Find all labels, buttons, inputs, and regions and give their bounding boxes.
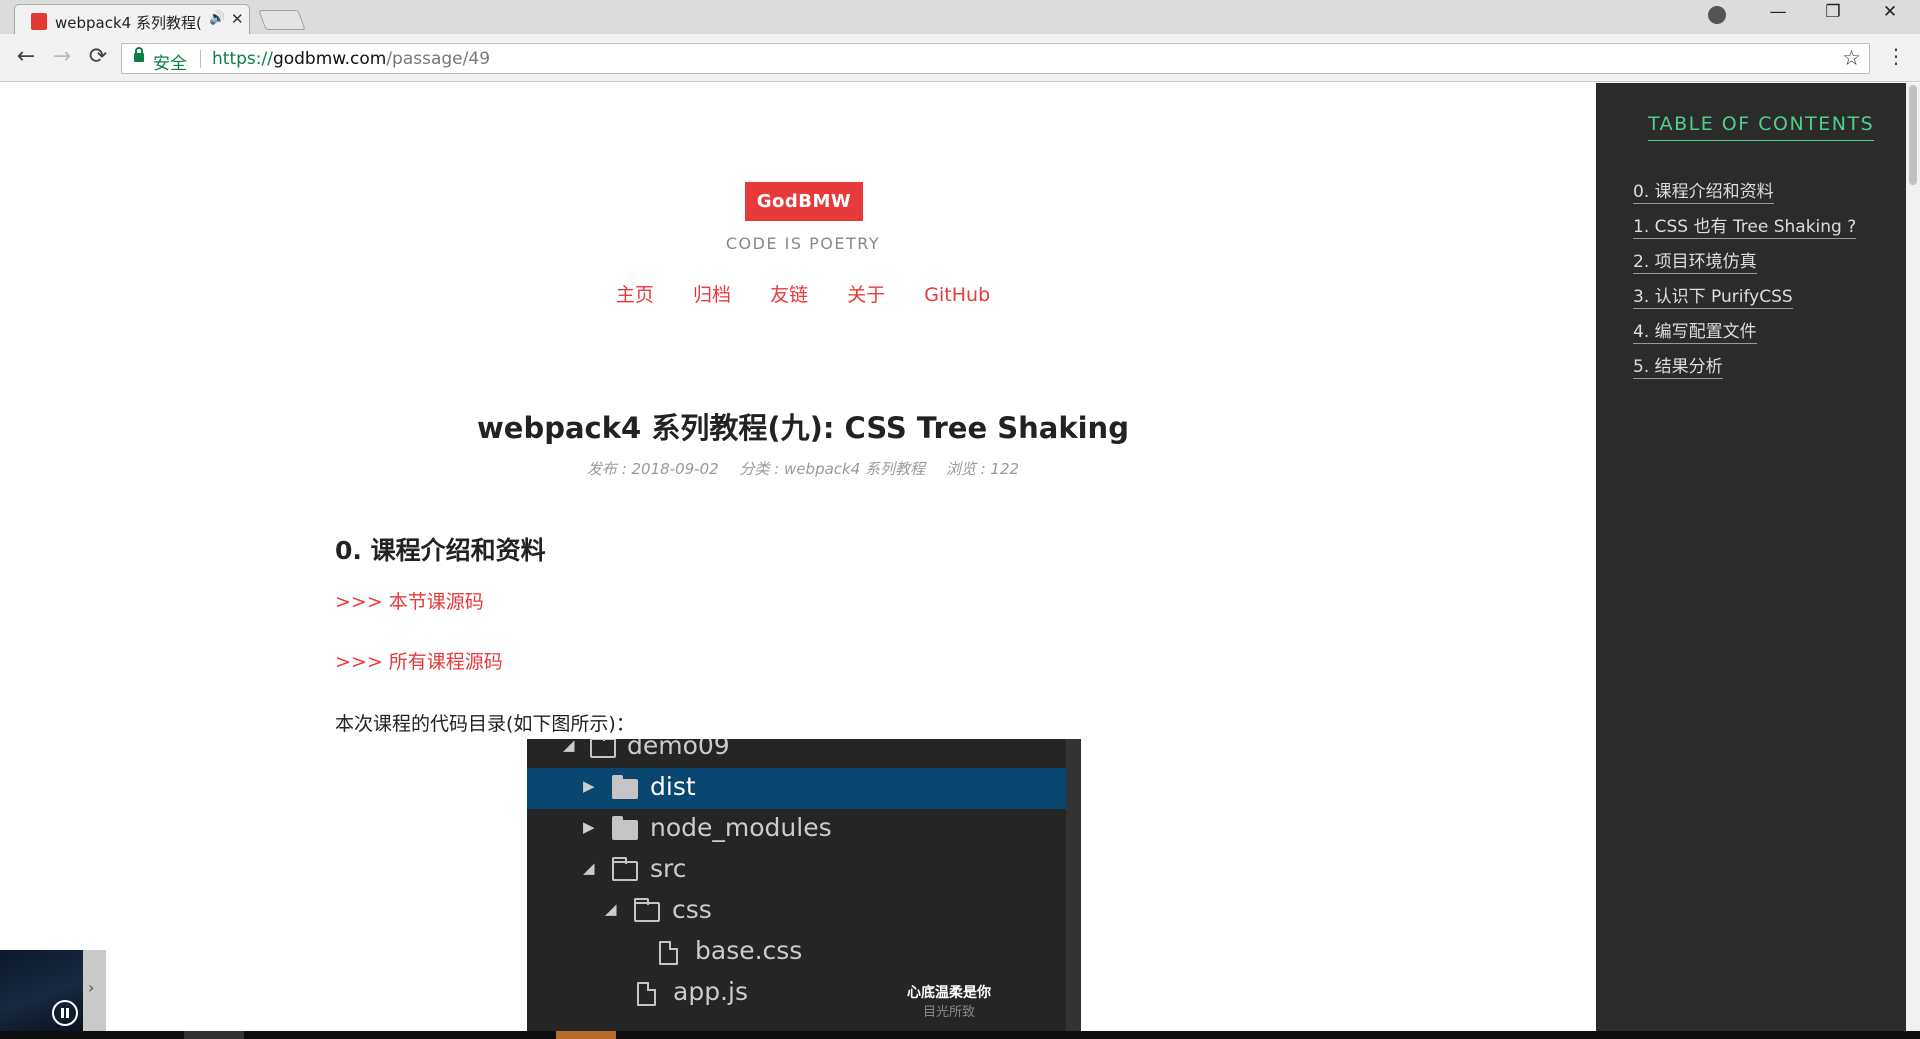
post-category: 分类 : webpack4 系列教程 bbox=[739, 460, 926, 478]
tree-row: ◢ src bbox=[527, 850, 1066, 891]
omnibox-divider bbox=[200, 50, 201, 68]
lock-icon[interactable] bbox=[134, 47, 144, 62]
lyric-line: 心底温柔是你 bbox=[907, 985, 991, 1001]
address-bar[interactable]: 安全 https://godbmw.com/passage/49 ☆ bbox=[121, 43, 1870, 74]
lyric-subline: 目光所致 bbox=[923, 1005, 976, 1020]
pause-icon[interactable] bbox=[52, 1000, 78, 1026]
post-published: 发布 : 2018-09-02 bbox=[586, 460, 719, 478]
post-meta: 发布 : 2018-09-02 分类 : webpack4 系列教程 浏览 : … bbox=[0, 458, 1606, 479]
tree-label: css bbox=[672, 895, 712, 924]
tab-close-icon[interactable]: ✕ bbox=[231, 10, 244, 28]
web-page: GodBMW CODE IS POETRY 主页 归档 友链 关于 GitHub… bbox=[0, 83, 1920, 1031]
expanded-arrow-icon: ◢ bbox=[583, 859, 595, 877]
file-tree-image: ◢ demo09 ▶ dist ▶ node_modules ◢ src ◢ c… bbox=[527, 739, 1081, 1031]
tree-label: app.js bbox=[673, 977, 748, 1006]
nav-archive-link[interactable]: 归档 bbox=[693, 280, 731, 307]
lesson-source-link[interactable]: >>> 本节课源码 bbox=[335, 587, 484, 614]
taskbar bbox=[0, 1031, 1920, 1039]
browser-tab[interactable]: webpack4 系列教程( 🔊 ✕ bbox=[14, 4, 250, 35]
taskbar-item[interactable] bbox=[184, 1031, 244, 1039]
post-paragraph: 本次课程的代码目录(如下图所示)： bbox=[335, 713, 635, 735]
site-nav: 主页 归档 友链 关于 GitHub bbox=[0, 280, 1606, 307]
url-host: godbmw.com bbox=[272, 49, 387, 69]
tab-strip: webpack4 系列教程( 🔊 ✕ — ❐ ✕ bbox=[0, 0, 1920, 35]
url-text[interactable]: https://godbmw.com/passage/49 bbox=[212, 49, 490, 69]
site-logo[interactable]: GodBMW bbox=[745, 182, 863, 221]
url-path: /passage/49 bbox=[386, 49, 491, 69]
post-title: webpack4 系列教程(九): CSS Tree Shaking bbox=[477, 411, 1129, 445]
tree-label: base.css bbox=[695, 936, 803, 965]
main-content: GodBMW CODE IS POETRY 主页 归档 友链 关于 GitHub… bbox=[0, 83, 1596, 1031]
folder-open-icon bbox=[612, 857, 638, 881]
favicon-icon bbox=[31, 13, 47, 30]
expanded-arrow-icon: ◢ bbox=[563, 739, 575, 754]
scrollbar-thumb[interactable] bbox=[1909, 85, 1917, 185]
page-scrollbar[interactable] bbox=[1906, 83, 1920, 1031]
tab-title: webpack4 系列教程( bbox=[55, 14, 202, 32]
maximize-button[interactable]: ❐ bbox=[1803, 2, 1863, 22]
toc-item[interactable]: 5. 结果分析 bbox=[1633, 352, 1723, 379]
tree-label: demo09 bbox=[627, 739, 730, 760]
table-of-contents: TABLE OF CONTENTS 0. 课程介绍和资料 1. CSS 也有 T… bbox=[1596, 83, 1906, 1031]
browser-menu-icon[interactable]: ⋮ bbox=[1886, 44, 1906, 68]
collapsed-arrow-icon: ▶ bbox=[583, 777, 595, 795]
chevron-right-icon[interactable]: › bbox=[88, 978, 94, 997]
back-button[interactable]: ← bbox=[12, 44, 40, 69]
tree-row: base.css bbox=[527, 932, 1066, 973]
tree-row-selected: ▶ dist bbox=[527, 768, 1066, 809]
speaker-icon[interactable]: 🔊 bbox=[209, 11, 225, 26]
url-scheme: https:// bbox=[212, 49, 273, 69]
tree-row: ◢ css bbox=[527, 891, 1066, 932]
tree-label: dist bbox=[650, 772, 696, 801]
minimize-button[interactable]: — bbox=[1748, 2, 1808, 22]
tree-row: ▶ node_modules bbox=[527, 809, 1066, 850]
collapsed-arrow-icon: ▶ bbox=[583, 818, 595, 836]
post-views: 浏览 : 122 bbox=[945, 460, 1020, 478]
new-tab-button[interactable] bbox=[258, 10, 306, 30]
toc-item[interactable]: 2. 项目环境仿真 bbox=[1633, 247, 1757, 274]
file-icon bbox=[637, 982, 656, 1006]
all-source-link[interactable]: >>> 所有课程源码 bbox=[335, 647, 503, 674]
toc-item[interactable]: 0. 课程介绍和资料 bbox=[1633, 177, 1774, 204]
nav-github-link[interactable]: GitHub bbox=[924, 284, 990, 306]
reload-button[interactable]: ⟳ bbox=[84, 44, 112, 69]
tree-row: ◢ demo09 bbox=[527, 739, 1066, 768]
expanded-arrow-icon: ◢ bbox=[605, 900, 617, 918]
secure-label[interactable]: 安全 bbox=[153, 49, 187, 74]
folder-open-icon bbox=[590, 739, 616, 758]
forward-button[interactable]: → bbox=[48, 44, 76, 69]
toc-item[interactable]: 3. 认识下 PurifyCSS bbox=[1633, 282, 1793, 309]
file-icon bbox=[659, 941, 678, 965]
nav-friends-link[interactable]: 友链 bbox=[770, 280, 808, 307]
toc-item[interactable]: 1. CSS 也有 Tree Shaking ? bbox=[1633, 212, 1857, 239]
nav-home-link[interactable]: 主页 bbox=[616, 280, 654, 307]
tree-label: src bbox=[650, 854, 687, 883]
site-tagline: CODE IS POETRY bbox=[725, 234, 881, 253]
tree-scrollbar bbox=[1066, 739, 1081, 1031]
folder-icon bbox=[612, 816, 638, 840]
toc-title: TABLE OF CONTENTS bbox=[1648, 113, 1875, 141]
profile-icon[interactable] bbox=[1708, 6, 1726, 24]
section-heading: 0. 课程介绍和资料 bbox=[335, 536, 546, 565]
close-window-button[interactable]: ✕ bbox=[1860, 2, 1920, 22]
tree-label: node_modules bbox=[650, 813, 832, 842]
music-player: › bbox=[0, 950, 106, 1031]
folder-open-icon bbox=[634, 898, 660, 922]
browser-toolbar: ← → ⟳ 安全 https://godbmw.com/passage/49 ☆… bbox=[0, 34, 1920, 82]
nav-about-link[interactable]: 关于 bbox=[847, 280, 885, 307]
bookmark-star-icon[interactable]: ☆ bbox=[1842, 46, 1861, 70]
taskbar-item[interactable] bbox=[556, 1031, 616, 1039]
folder-icon bbox=[612, 775, 638, 799]
toc-item[interactable]: 4. 编写配置文件 bbox=[1633, 317, 1757, 344]
